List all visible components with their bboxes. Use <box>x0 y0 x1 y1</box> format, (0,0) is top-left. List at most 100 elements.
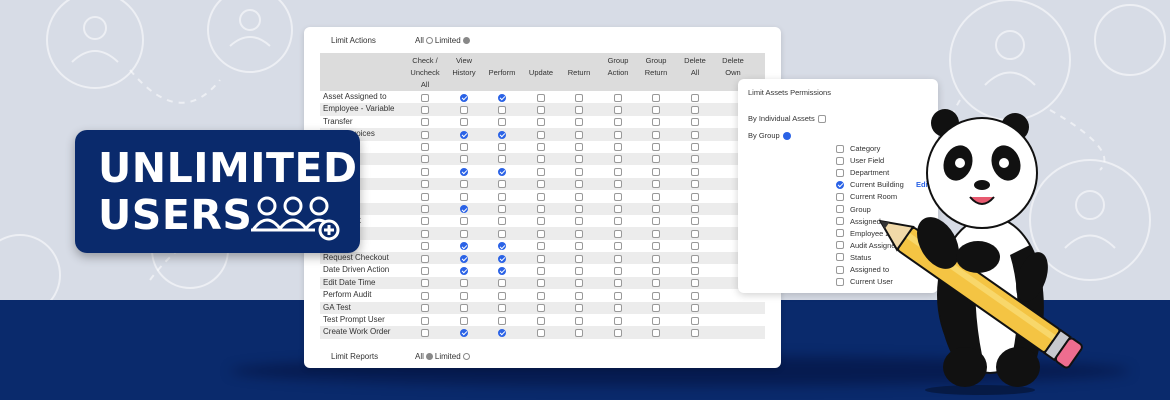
by-group-checkbox[interactable] <box>782 132 791 141</box>
permission-checkbox[interactable] <box>614 279 622 288</box>
permission-checkbox[interactable] <box>652 130 660 139</box>
permission-checkbox[interactable] <box>652 291 660 300</box>
permission-checkbox[interactable] <box>421 93 429 102</box>
permission-checkbox[interactable] <box>691 167 699 176</box>
permission-checkbox[interactable] <box>691 143 699 152</box>
group-filter-checkbox[interactable] <box>836 192 844 201</box>
group-filter-checkbox[interactable] <box>836 168 844 177</box>
permission-checkbox[interactable] <box>614 304 622 313</box>
group-filter-checkbox[interactable] <box>836 205 844 213</box>
permission-checkbox[interactable] <box>614 229 622 238</box>
permission-checkbox[interactable] <box>614 217 622 226</box>
permission-checkbox[interactable] <box>498 205 506 214</box>
permission-checkbox[interactable] <box>537 328 545 337</box>
permission-checkbox[interactable] <box>575 167 583 176</box>
permission-checkbox[interactable] <box>614 291 622 300</box>
permission-checkbox[interactable] <box>691 254 699 263</box>
permission-checkbox[interactable] <box>691 205 699 214</box>
permission-checkbox[interactable] <box>460 180 468 189</box>
permission-checkbox[interactable] <box>691 155 699 164</box>
group-filter-checkbox[interactable] <box>836 180 844 189</box>
permission-checkbox[interactable] <box>575 93 583 102</box>
permission-checkbox[interactable] <box>537 279 545 288</box>
permission-checkbox[interactable] <box>498 291 506 300</box>
permission-checkbox[interactable] <box>498 217 506 226</box>
permission-checkbox[interactable] <box>652 279 660 288</box>
permission-checkbox[interactable] <box>460 167 468 176</box>
permission-checkbox[interactable] <box>575 266 583 275</box>
permission-checkbox[interactable] <box>614 180 622 189</box>
permission-checkbox[interactable] <box>498 279 506 288</box>
permission-checkbox[interactable] <box>652 304 660 313</box>
group-filter-checkbox[interactable] <box>836 241 844 250</box>
permission-checkbox[interactable] <box>575 304 583 313</box>
permission-checkbox[interactable] <box>652 254 660 263</box>
permission-checkbox[interactable] <box>421 118 429 127</box>
permission-checkbox[interactable] <box>614 118 622 127</box>
permission-checkbox[interactable] <box>537 229 545 238</box>
permission-checkbox[interactable] <box>691 93 699 102</box>
by-individual-checkbox[interactable] <box>817 115 826 124</box>
permission-checkbox[interactable] <box>652 93 660 102</box>
limit-reports-all-radio[interactable] <box>425 353 433 360</box>
permission-checkbox[interactable] <box>575 291 583 300</box>
permission-checkbox[interactable] <box>498 93 506 102</box>
permission-checkbox[interactable] <box>691 105 699 114</box>
permission-checkbox[interactable] <box>421 180 429 189</box>
permission-checkbox[interactable] <box>460 266 468 275</box>
permission-checkbox[interactable] <box>421 242 429 251</box>
permission-checkbox[interactable] <box>537 254 545 263</box>
permission-checkbox[interactable] <box>460 192 468 201</box>
permission-checkbox[interactable] <box>460 155 468 164</box>
permission-checkbox[interactable] <box>652 180 660 189</box>
permission-checkbox[interactable] <box>498 192 506 201</box>
permission-checkbox[interactable] <box>537 180 545 189</box>
group-filter-checkbox[interactable] <box>836 144 844 153</box>
permission-checkbox[interactable] <box>614 254 622 263</box>
permission-checkbox[interactable] <box>421 304 429 313</box>
permission-checkbox[interactable] <box>691 192 699 201</box>
permission-checkbox[interactable] <box>498 143 506 152</box>
permission-checkbox[interactable] <box>537 316 545 325</box>
group-filter-checkbox[interactable] <box>836 265 844 274</box>
permission-checkbox[interactable] <box>652 316 660 325</box>
permission-checkbox[interactable] <box>498 304 506 313</box>
permission-checkbox[interactable] <box>498 155 506 164</box>
permission-checkbox[interactable] <box>537 130 545 139</box>
permission-checkbox[interactable] <box>421 143 429 152</box>
permission-checkbox[interactable] <box>691 130 699 139</box>
permission-checkbox[interactable] <box>460 242 468 251</box>
permission-checkbox[interactable] <box>421 279 429 288</box>
permission-checkbox[interactable] <box>421 205 429 214</box>
permission-checkbox[interactable] <box>498 130 506 139</box>
permission-checkbox[interactable] <box>421 192 429 201</box>
permission-checkbox[interactable] <box>691 266 699 275</box>
permission-checkbox[interactable] <box>652 217 660 226</box>
permission-checkbox[interactable] <box>614 242 622 251</box>
permission-checkbox[interactable] <box>498 105 506 114</box>
group-filter-checkbox[interactable] <box>836 253 844 262</box>
permission-checkbox[interactable] <box>460 118 468 127</box>
permission-checkbox[interactable] <box>421 130 429 139</box>
permission-checkbox[interactable] <box>652 266 660 275</box>
permission-checkbox[interactable] <box>691 217 699 226</box>
permission-checkbox[interactable] <box>537 266 545 275</box>
group-filter-checkbox[interactable] <box>836 277 844 286</box>
permission-checkbox[interactable] <box>652 167 660 176</box>
permission-checkbox[interactable] <box>575 192 583 201</box>
permission-checkbox[interactable] <box>614 266 622 275</box>
permission-checkbox[interactable] <box>498 180 506 189</box>
permission-checkbox[interactable] <box>537 192 545 201</box>
permission-checkbox[interactable] <box>421 316 429 325</box>
permission-checkbox[interactable] <box>652 328 660 337</box>
permission-checkbox[interactable] <box>460 130 468 139</box>
permission-checkbox[interactable] <box>537 291 545 300</box>
permission-checkbox[interactable] <box>652 143 660 152</box>
permission-checkbox[interactable] <box>498 167 506 176</box>
permission-checkbox[interactable] <box>460 316 468 325</box>
permission-checkbox[interactable] <box>460 105 468 114</box>
permission-checkbox[interactable] <box>421 105 429 114</box>
permission-checkbox[interactable] <box>537 167 545 176</box>
permission-checkbox[interactable] <box>460 93 468 102</box>
permission-checkbox[interactable] <box>575 254 583 263</box>
